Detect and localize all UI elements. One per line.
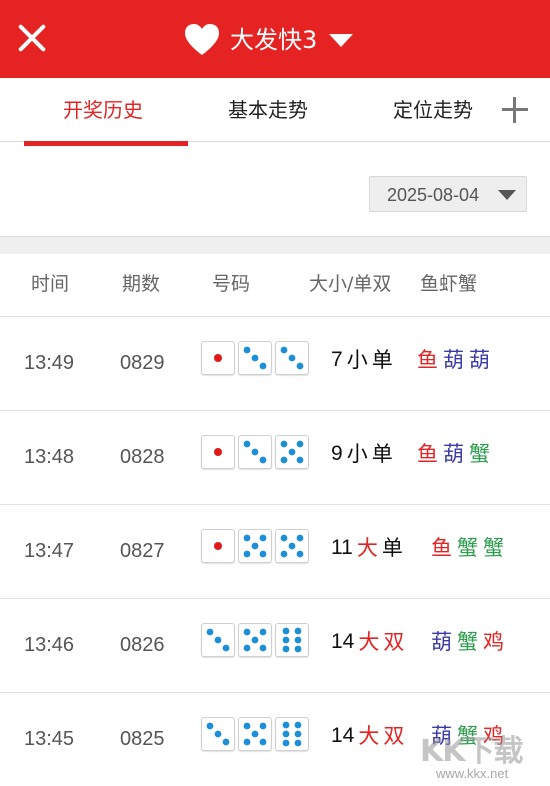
tab-draw-history[interactable]: 开奖历史 [63,96,143,124]
size-label: 大 [356,536,378,560]
parity-label: 单 [381,536,403,560]
table-row: 13:49 0829 7 小单鱼葫葫 [0,316,550,410]
draw-time: 13:46 [24,634,75,656]
watermark-logo: KK下载 www.kkx.net [418,722,550,786]
dice-1-icon [201,341,235,375]
parity-label: 单 [371,348,393,372]
date-value: 2025-08-04 [387,185,480,205]
column-header-issue: 期数 [122,273,161,295]
draw-issue: 0829 [120,352,165,374]
dice-3-icon [238,435,272,469]
dice-sum: 14 [331,724,355,747]
symbol-label: 鸡 [483,630,504,654]
fish-shrimp-crab-result: 鱼蟹蟹 [431,531,509,565]
symbol-label: 蟹 [483,536,504,560]
dice-group [201,717,312,751]
table-row: 13:47 0827 11 大单鱼蟹蟹 [0,504,550,598]
dice-group [201,529,312,563]
dice-group [201,435,312,469]
dice-3-icon [201,717,235,751]
size-label: 大 [358,630,380,654]
dice-6-icon [275,717,309,751]
symbol-label: 鱼 [417,442,438,466]
parity-label: 双 [383,724,405,748]
draw-issue: 0827 [120,540,165,562]
parity-label: 单 [371,442,393,466]
size-parity-result: 11 大单 [331,531,407,565]
symbol-label: 葫 [443,348,464,372]
fish-shrimp-crab-result: 鱼葫葫 [417,343,495,377]
plus-icon[interactable] [502,97,528,123]
date-picker[interactable]: 2025-08-04 [369,176,527,212]
caret-down-icon[interactable] [329,33,354,47]
column-header-numbers: 号码 [212,273,251,295]
dice-5-icon [238,717,272,751]
draw-time: 13:47 [24,540,75,562]
symbol-label: 葫 [431,630,452,654]
dice-sum: 7 [331,348,343,371]
draw-time: 13:48 [24,446,75,468]
tab-basic-trend[interactable]: 基本走势 [228,96,308,124]
size-parity-result: 7小单 [331,343,397,377]
column-header-fish-shrimp-crab: 鱼虾蟹 [420,273,478,295]
fish-shrimp-crab-result: 葫蟹鸡 [431,625,509,659]
symbol-label: 葫 [469,348,490,372]
page-title: 大发快3 [230,26,318,54]
parity-label: 双 [383,630,405,654]
dice-sum: 9 [331,442,343,465]
symbol-label: 鱼 [431,536,452,560]
symbol-label: 葫 [443,442,464,466]
dice-3-icon [201,623,235,657]
section-divider [0,236,550,254]
watermark-text: KK下载 [420,734,523,769]
date-filter-area: 2025-08-04 [0,146,550,236]
table-row: 13:48 0828 9 小单鱼葫蟹 [0,410,550,504]
app-header: 大发快3 [0,0,550,78]
size-label: 小 [346,348,368,372]
draw-issue: 0825 [120,728,165,750]
size-parity-result: 14 大双 [331,719,408,753]
tab-position-trend[interactable]: 定位走势 [393,96,473,124]
symbol-label: 蟹 [469,442,490,466]
draw-issue: 0826 [120,634,165,656]
size-parity-result: 9小单 [331,437,397,471]
dice-group [201,623,312,657]
watermark-url: www.kkx.net [436,766,509,781]
table-row: 13:46 0826 14 大双葫蟹鸡 [0,598,550,692]
close-icon[interactable] [12,18,52,58]
draw-issue: 0828 [120,446,165,468]
dice-5-icon [238,623,272,657]
heart-icon[interactable] [184,23,220,57]
draw-time: 13:45 [24,728,75,750]
size-label: 大 [358,724,380,748]
lottery-selector[interactable]: 大发快3 [184,20,354,60]
dice-3-icon [275,341,309,375]
dice-sum: 11 [331,536,353,559]
dice-1-icon [201,529,235,563]
caret-down-icon [498,190,516,200]
size-parity-result: 14 大双 [331,625,408,659]
dice-5-icon [275,435,309,469]
symbol-label: 鱼 [417,348,438,372]
column-header-time: 时间 [31,273,70,295]
fish-shrimp-crab-result: 鱼葫蟹 [417,437,495,471]
tab-bar: 开奖历史 基本走势 定位走势 [0,78,550,142]
dice-1-icon [201,435,235,469]
size-label: 小 [346,442,368,466]
dice-5-icon [238,529,272,563]
dice-group [201,341,312,375]
dice-sum: 14 [331,630,355,653]
symbol-label: 蟹 [457,630,478,654]
dice-6-icon [275,623,309,657]
dice-3-icon [238,341,272,375]
column-header-size-parity: 大小/单双 [309,273,392,295]
symbol-label: 蟹 [457,536,478,560]
draw-time: 13:49 [24,352,75,374]
dice-5-icon [275,529,309,563]
